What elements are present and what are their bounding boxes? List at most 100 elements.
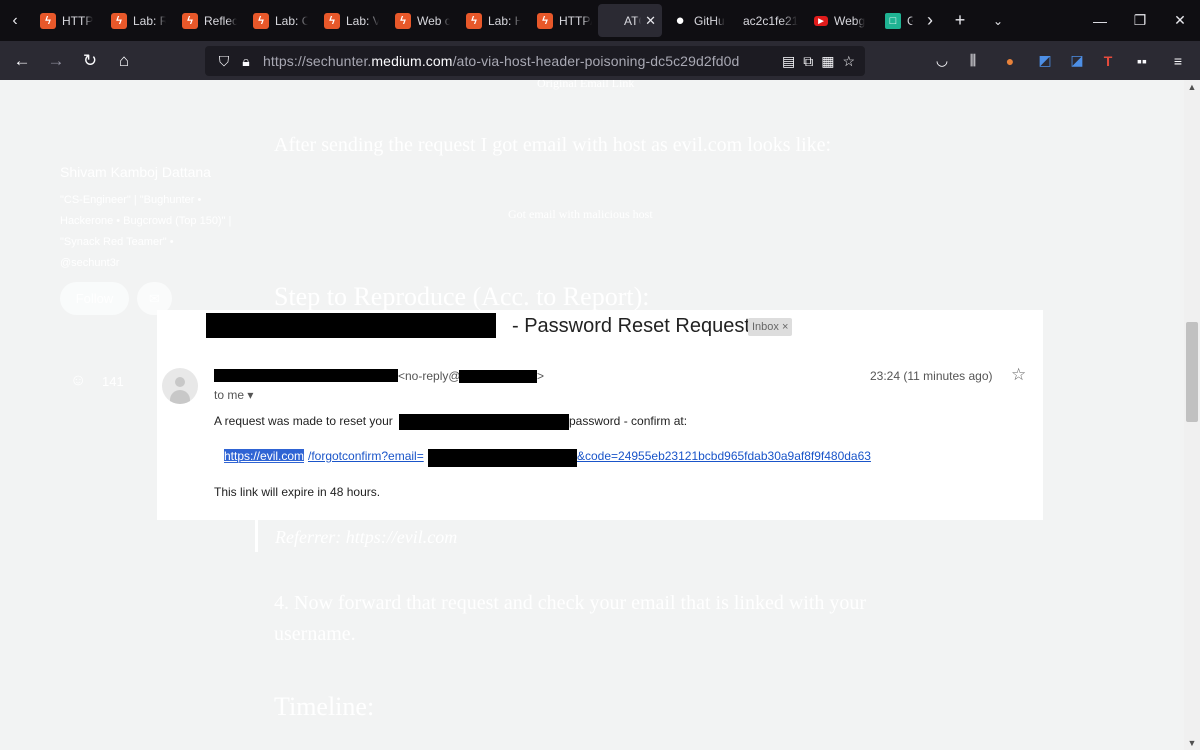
gc-icon: □: [885, 12, 901, 29]
tab-github[interactable]: ● GitHu: [662, 0, 733, 41]
bolt-icon: ϟ: [40, 12, 56, 29]
redaction-block: [428, 449, 577, 467]
lock-icon[interactable]: 🔒︎: [235, 53, 257, 70]
scrollbar-thumb[interactable]: [1186, 322, 1198, 422]
article-quote: Referrer: https://evil.com: [275, 527, 458, 547]
avatar: [162, 368, 198, 404]
email-timestamp: 23:24 (11 minutes ago): [870, 369, 993, 383]
redaction-block: [214, 369, 398, 382]
scroll-up-icon[interactable]: ▲: [1184, 80, 1200, 94]
youtube-icon: ▶: [814, 15, 828, 26]
reset-link-code[interactable]: &code=24955eb23121bcbd965fdab30a9af8f9f4…: [577, 449, 871, 463]
extension-translate-icon[interactable]: ◩: [1030, 41, 1060, 80]
email-subject: - Password Reset Request: [512, 315, 750, 337]
bolt-icon: ϟ: [537, 12, 553, 29]
bolt-icon: ϟ: [111, 12, 127, 29]
tab-label: ATC: [624, 13, 641, 28]
scroll-tabs-left-button[interactable]: ‹: [0, 0, 30, 41]
menu-icon[interactable]: ≡: [1163, 41, 1193, 80]
tab-label: GC: [907, 13, 913, 28]
reset-link-host[interactable]: https://evil.com: [224, 449, 305, 463]
email-line-1-end: password - confirm at:: [569, 414, 688, 428]
reset-link-path[interactable]: /forgotconfirm?email=: [308, 449, 424, 463]
forward-button[interactable]: →: [39, 46, 73, 76]
tab-label: Lab: R: [133, 13, 166, 28]
extension-t-icon[interactable]: T: [1093, 41, 1123, 80]
list-all-tabs-button[interactable]: ⌄: [979, 0, 1017, 41]
tab-http-1[interactable]: ϟ HTTP: [30, 0, 101, 41]
tab-label: Web c: [417, 13, 450, 28]
tab-webg[interactable]: ▶ Webg: [804, 0, 875, 41]
pocket-icon[interactable]: ◡: [927, 41, 957, 80]
new-tab-button[interactable]: +: [941, 0, 979, 41]
tab-lab-h[interactable]: ϟ Lab: H: [456, 0, 527, 41]
tab-label: HTTP: [62, 13, 94, 28]
tab-lab-r[interactable]: ϟ Lab: R: [101, 0, 172, 41]
scroll-tabs-right-button[interactable]: ›: [919, 0, 941, 41]
author-bio: "CS-Engineer" | "Bughunter • Hackerone •…: [60, 194, 232, 269]
scroll-down-icon[interactable]: ▼: [1184, 736, 1200, 750]
email-screenshot: - Password Reset Request Inbox × <no-rep…: [157, 310, 1043, 520]
bolt-icon: ϟ: [253, 12, 269, 29]
follow-button[interactable]: Follow: [60, 282, 129, 315]
tab-gc[interactable]: □ GC: [875, 0, 919, 41]
bolt-icon: ϟ: [395, 12, 411, 29]
tab-lab-v[interactable]: ϟ Lab: V: [314, 0, 385, 41]
reload-button[interactable]: ↻: [73, 46, 107, 76]
bookmark-star-icon[interactable]: ☆: [842, 53, 855, 70]
inbox-label-badge[interactable]: Inbox ×: [748, 318, 793, 336]
redaction-block: [459, 370, 537, 383]
tab-label: HTTP/: [559, 13, 592, 28]
tab-lab-c[interactable]: ϟ Lab: C: [243, 0, 314, 41]
tab-ac2c1fe21[interactable]: ac2c1fe21: [733, 0, 804, 41]
translate-icon[interactable]: ⧉: [803, 53, 813, 70]
close-tab-icon[interactable]: ✕: [645, 13, 656, 29]
heading-timeline: Timeline:: [274, 692, 375, 721]
chevron-down-icon: ▾: [247, 388, 254, 402]
clap-icon[interactable]: ☺: [70, 372, 86, 390]
url-bar[interactable]: ⛉ 🔒︎ https://sechunter.medium.com/ato-vi…: [205, 46, 865, 76]
library-icon[interactable]: ⫼: [958, 41, 988, 80]
article-paragraph-sent: After sending the request I got email wi…: [274, 134, 832, 156]
shield-icon[interactable]: ⛉: [213, 53, 235, 70]
extensions-grid-icon[interactable]: ▪▪: [1127, 41, 1157, 80]
tab-http-2[interactable]: ϟ HTTP/: [527, 0, 598, 41]
tab-label: Reflec: [204, 13, 237, 28]
image-caption-email: Got email with malicious host: [508, 207, 653, 221]
minimize-button[interactable]: —: [1080, 0, 1120, 41]
clap-count: 141: [102, 374, 124, 389]
image-caption-top: Original Email Link: [537, 80, 635, 90]
sender-address-end: >: [537, 369, 545, 383]
reader-view-icon[interactable]: ▤: [782, 53, 795, 70]
heading-reproduce: Step to Reproduce (Acc. to Report):: [274, 282, 650, 311]
sender-address: <no-reply@: [398, 369, 461, 383]
recipient-line[interactable]: to me ▾: [214, 388, 253, 402]
bolt-icon: ϟ: [182, 12, 198, 29]
tab-web-c[interactable]: ϟ Web c: [385, 0, 456, 41]
github-icon: ●: [675, 12, 685, 29]
quote-bar: [255, 518, 258, 552]
star-icon[interactable]: ☆: [1011, 365, 1026, 385]
extension-fox-icon[interactable]: ●: [995, 41, 1025, 80]
url-text[interactable]: https://sechunter.medium.com/ato-via-hos…: [263, 53, 739, 69]
tab-label: Webg: [834, 13, 866, 28]
tab-reflected[interactable]: ϟ Reflec: [172, 0, 243, 41]
remove-label-icon[interactable]: ×: [782, 321, 788, 333]
email-line-1-start: A request was made to reset your: [214, 414, 393, 428]
author-name[interactable]: Shivam Kamboj Dattana: [60, 164, 211, 180]
redaction-block: [206, 313, 496, 338]
tab-label: ac2c1fe21: [743, 13, 798, 28]
extension-language-icon[interactable]: ◪: [1062, 41, 1092, 80]
close-window-button[interactable]: ✕: [1160, 0, 1200, 41]
qr-code-icon[interactable]: ▦: [821, 53, 834, 70]
back-button[interactable]: ←: [5, 46, 39, 76]
page-scrollbar[interactable]: ▲ ▼: [1184, 80, 1200, 750]
restore-button[interactable]: ❐: [1120, 0, 1160, 41]
tab-label: Lab: C: [275, 13, 308, 28]
article-step-4: 4. Now forward that request and check yo…: [274, 592, 867, 645]
tab-ato-active[interactable]: ATC ✕: [598, 4, 662, 37]
tab-bar: ‹ ϟ HTTP ϟ Lab: R ϟ Reflec ϟ Lab: C ϟ La…: [0, 0, 1200, 41]
home-button[interactable]: ⌂: [107, 46, 141, 76]
tab-label: Lab: V: [346, 13, 379, 28]
tab-label: Lab: H: [488, 13, 521, 28]
